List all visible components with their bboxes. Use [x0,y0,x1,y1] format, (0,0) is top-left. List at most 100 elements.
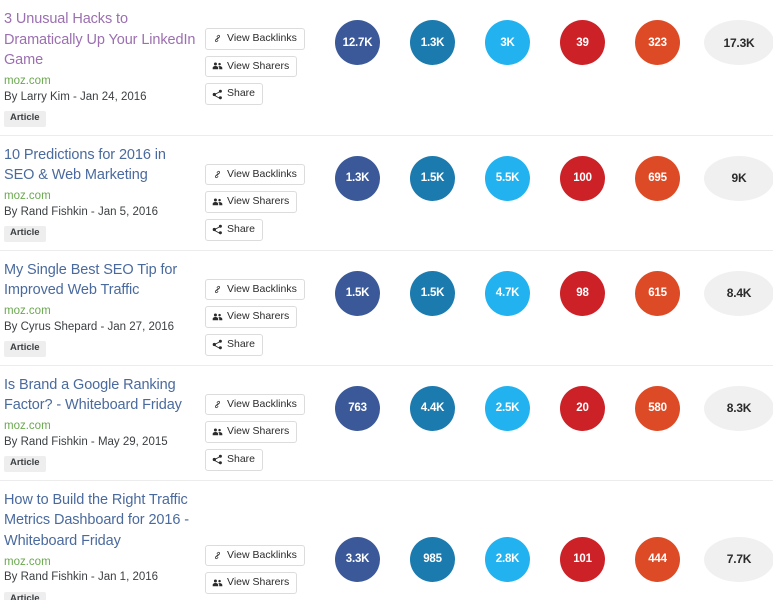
metric-value-facebook: 763 [348,402,367,415]
link-icon-svg [214,552,221,560]
result-title-link[interactable]: 10 Predictions for 2016 in SEO & Web Mar… [4,145,197,186]
metric-bubble-twitter[interactable]: 2.8K [485,536,530,582]
view-sharers-button[interactable]: View Sharers [205,191,298,213]
metric-bubble-twitter[interactable]: 5.5K [485,155,530,201]
result-byline: By Cyrus Shepard - Jan 27, 2016 [4,320,175,333]
metric-bubble-linkedin[interactable]: 1.3K [410,20,455,65]
metric-value-linkedin: 1.5K [420,287,445,300]
metric-bubble-facebook[interactable]: 3.3K [335,536,380,582]
result-metrics: 12.7K 1.3K 3K 39 323 17.3K [320,0,773,65]
view-sharers-button[interactable]: View Sharers [205,421,298,443]
metric-value-total: 9K [731,171,747,186]
metric-value-linkedin: 985 [423,553,442,566]
share-alt-icon-svg [212,224,222,235]
metric-cell-twitter: 3K [470,20,545,65]
users-icon-svg [212,313,223,320]
metric-value-total: 8.3K [726,401,752,416]
result-title-link[interactable]: My Single Best SEO Tip for Improved Web … [4,260,197,301]
link-icon-svg [214,35,221,43]
metric-cell-pinterest: 20 [545,385,620,431]
result-metrics: 763 4.4K 2.5K 20 580 8.3K [320,366,773,431]
metric-cell-facebook: 3.3K [320,536,395,582]
result-byline: By Rand Fishkin - May 29, 2015 [4,435,168,448]
result-title-link[interactable]: Is Brand a Google Ranking Factor? - Whit… [4,375,197,416]
metric-bubble-pinterest[interactable]: 20 [560,385,605,431]
share-button[interactable]: Share [205,449,264,471]
metric-bubble-total[interactable]: 9K [704,155,773,201]
result-byline: By Rand Fishkin - Jan 1, 2016 [4,571,159,584]
metric-bubble-total[interactable]: 8.4K [704,270,773,316]
metric-bubble-total[interactable]: 17.3K [704,20,773,65]
status-badge: Article [4,591,46,600]
metric-value-pinterest: 101 [573,553,592,566]
view-backlinks-button[interactable]: View Backlinks [205,544,305,567]
result-metrics: 3.3K 985 2.8K 101 444 7.7K [320,481,773,582]
metric-cell-pinterest: 100 [545,155,620,201]
link-icon-svg [214,400,221,409]
metric-bubble-google-plus[interactable]: 444 [635,536,680,582]
metric-bubble-pinterest[interactable]: 98 [560,270,605,316]
view-sharers-button[interactable]: View Sharers [205,572,298,595]
link-icon [212,33,223,44]
metric-bubble-google-plus[interactable]: 615 [635,270,680,316]
users-icon-svg [212,198,223,205]
metric-value-linkedin: 1.3K [420,36,445,49]
result-title-link[interactable]: How to Build the Right Traffic Metrics D… [4,490,197,552]
metric-bubble-total[interactable]: 8.3K [704,385,773,431]
share-button[interactable]: Share [205,333,264,356]
metric-bubble-pinterest[interactable]: 101 [560,536,605,582]
metric-bubble-facebook[interactable]: 1.3K [335,155,380,201]
metric-bubble-pinterest[interactable]: 100 [560,155,605,201]
result-title-link[interactable]: 3 Unusual Hacks to Dramatically Up Your … [4,9,197,71]
view-sharers-button[interactable]: View Sharers [205,55,298,78]
metric-cell-total: 7.7K [695,536,773,582]
users-icon [212,197,223,208]
share-alt-icon-svg [212,339,222,350]
metric-bubble-total[interactable]: 7.7K [704,536,773,582]
result-actions: View Backlinks View Sharers Share [205,366,320,471]
view-backlinks-button[interactable]: View Backlinks [205,163,305,186]
view-backlinks-button-label: View Backlinks [227,548,297,561]
result-info: 3 Unusual Hacks to Dramatically Up Your … [0,0,205,135]
metric-bubble-google-plus[interactable]: 695 [635,155,680,201]
metric-cell-linkedin: 4.4K [395,385,470,431]
share-alt-icon [212,89,223,100]
users-icon [212,427,223,438]
share-alt-icon [212,224,223,235]
result-domain: moz.com [4,555,51,568]
result-byline: By Larry Kim - Jan 24, 2016 [4,90,147,103]
status-badge: Article [4,341,46,357]
result-info: 10 Predictions for 2016 in SEO & Web Mar… [0,136,205,250]
metric-bubble-twitter[interactable]: 3K [485,20,530,65]
result-byline: By Rand Fishkin - Jan 5, 2016 [4,205,159,218]
metric-bubble-facebook[interactable]: 763 [335,385,380,431]
metric-cell-pinterest: 39 [545,20,620,65]
link-icon-svg [214,170,221,179]
metric-cell-twitter: 2.5K [470,385,545,431]
link-icon [212,399,223,410]
share-button[interactable]: Share [205,218,264,241]
view-backlinks-button[interactable]: View Backlinks [205,278,305,301]
view-sharers-button-label: View Sharers [227,310,290,323]
result-metrics: 1.3K 1.5K 5.5K 100 695 9K [320,136,773,201]
metric-bubble-twitter[interactable]: 2.5K [485,385,530,431]
metric-bubble-linkedin[interactable]: 1.5K [410,155,455,201]
users-icon-svg [212,579,223,586]
metric-bubble-google-plus[interactable]: 323 [635,20,680,65]
share-alt-icon-svg [212,89,222,99]
metric-bubble-google-plus[interactable]: 580 [635,385,680,431]
view-backlinks-button[interactable]: View Backlinks [205,393,305,416]
metric-bubble-linkedin[interactable]: 1.5K [410,270,455,316]
metric-bubble-facebook[interactable]: 1.5K [335,270,380,316]
metric-cell-pinterest: 101 [545,536,620,582]
metric-value-twitter: 2.8K [495,553,520,566]
link-icon-svg [214,285,221,294]
metric-bubble-linkedin[interactable]: 985 [410,536,455,582]
metric-bubble-twitter[interactable]: 4.7K [485,270,530,316]
metric-bubble-linkedin[interactable]: 4.4K [410,385,455,431]
share-button[interactable]: Share [205,83,264,105]
view-backlinks-button[interactable]: View Backlinks [205,28,305,50]
metric-bubble-pinterest[interactable]: 39 [560,20,605,65]
metric-bubble-facebook[interactable]: 12.7K [335,20,380,65]
view-sharers-button[interactable]: View Sharers [205,306,298,328]
